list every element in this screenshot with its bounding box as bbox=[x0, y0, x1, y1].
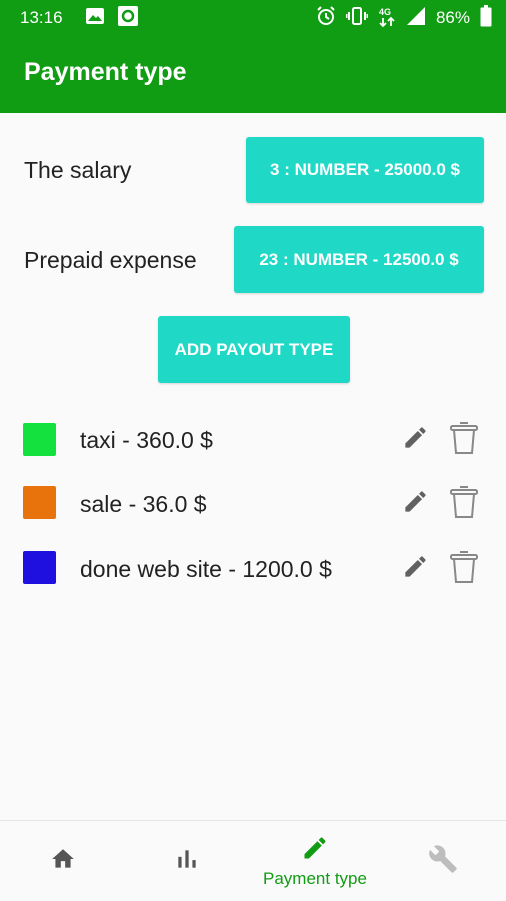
page-title: Payment type bbox=[24, 58, 187, 86]
add-payout-type-button[interactable]: ADD PAYOUT TYPE bbox=[158, 316, 350, 383]
nav-settings[interactable] bbox=[380, 821, 506, 901]
4g-icon: 4G bbox=[378, 5, 396, 32]
record-icon bbox=[117, 5, 139, 32]
pencil-icon bbox=[301, 834, 329, 867]
nav-payment-type[interactable]: Payment type bbox=[252, 821, 378, 901]
salary-label: The salary bbox=[24, 157, 132, 183]
list-item: taxi - 360.0 $ bbox=[0, 410, 506, 470]
status-time: 13:16 bbox=[20, 8, 63, 27]
battery-icon bbox=[480, 4, 492, 32]
nav-home[interactable] bbox=[0, 821, 126, 901]
vibrate-icon bbox=[345, 6, 369, 31]
color-swatch bbox=[23, 486, 56, 519]
salary-payout-button[interactable]: 3 : NUMBER - 25000.0 $ bbox=[246, 137, 484, 203]
image-icon bbox=[85, 7, 105, 30]
prepaid-label: Prepaid expense bbox=[24, 247, 197, 273]
edit-icon[interactable] bbox=[402, 488, 429, 515]
item-text: taxi - 360.0 $ bbox=[80, 427, 213, 453]
list-item: sale - 36.0 $ bbox=[0, 474, 506, 534]
item-text: done web site - 1200.0 $ bbox=[80, 556, 332, 582]
item-text: sale - 36.0 $ bbox=[80, 491, 207, 517]
edit-icon[interactable] bbox=[402, 424, 429, 451]
status-bar: 13:16 4G 86% bbox=[0, 0, 506, 36]
trash-icon[interactable] bbox=[447, 484, 481, 520]
nav-stats[interactable] bbox=[124, 821, 250, 901]
alarm-icon bbox=[316, 5, 336, 31]
signal-icon bbox=[406, 6, 426, 31]
bottom-navigation: Payment type bbox=[0, 820, 506, 901]
battery-label: 86% bbox=[435, 8, 470, 27]
prepaid-payout-button[interactable]: 23 : NUMBER - 12500.0 $ bbox=[234, 226, 484, 293]
nav-payment-type-label: Payment type bbox=[263, 868, 367, 888]
app-bar: 13:16 4G 86% Payment type bbox=[0, 0, 506, 113]
list-item: done web site - 1200.0 $ bbox=[0, 539, 506, 599]
trash-icon[interactable] bbox=[447, 549, 481, 585]
edit-icon[interactable] bbox=[402, 553, 429, 580]
home-icon bbox=[50, 846, 76, 877]
trash-icon[interactable] bbox=[447, 420, 481, 456]
bar-chart-icon bbox=[174, 846, 200, 877]
wrench-icon bbox=[428, 844, 458, 879]
color-swatch bbox=[23, 551, 56, 584]
svg-text:4G: 4G bbox=[379, 7, 391, 17]
color-swatch bbox=[23, 423, 56, 456]
